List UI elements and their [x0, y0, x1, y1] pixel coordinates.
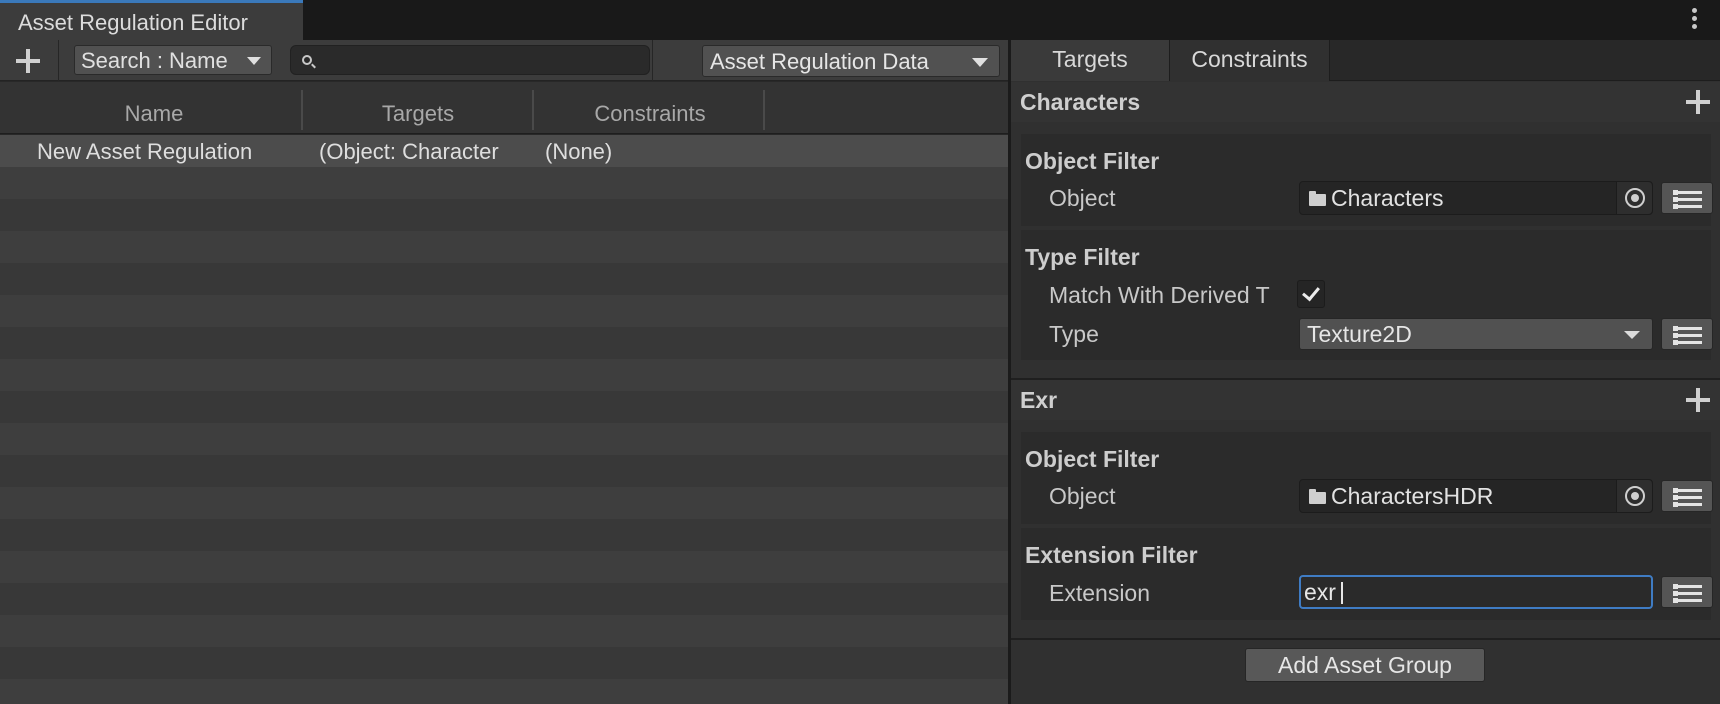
empty-row — [0, 359, 1008, 391]
match-derived-checkbox[interactable] — [1297, 280, 1325, 308]
empty-row — [0, 327, 1008, 359]
folder-icon — [1309, 489, 1326, 504]
window-tab-bar: Asset Regulation Editor — [0, 0, 1720, 40]
folder-icon — [1309, 191, 1326, 206]
empty-row — [0, 167, 1008, 199]
inspector-tabs: Targets Constraints — [1011, 40, 1720, 81]
add-filter-button[interactable] — [1686, 388, 1710, 412]
empty-row — [0, 647, 1008, 679]
filter-title: Object Filter — [1025, 446, 1160, 472]
object-field-value: Characters — [1331, 185, 1444, 211]
extension-input[interactable] — [1304, 579, 1644, 605]
object-filter-box: Object Filter Object Characters — [1021, 134, 1713, 226]
empty-row — [0, 263, 1008, 295]
column-resize-handle[interactable] — [763, 90, 765, 130]
object-picker-icon[interactable] — [1616, 182, 1652, 214]
chevron-down-icon — [247, 57, 261, 65]
asset-group-title: Exr — [1020, 387, 1058, 413]
asset-group-title: Characters — [1020, 89, 1141, 115]
column-resize-handle[interactable] — [532, 90, 534, 130]
object-field[interactable]: Characters — [1299, 181, 1653, 215]
filter-title: Object Filter — [1025, 148, 1160, 174]
regulation-data-label: Asset Regulation Data — [710, 49, 929, 74]
empty-row — [0, 519, 1008, 551]
type-dropdown-value: Texture2D — [1307, 321, 1412, 347]
extension-input-field[interactable] — [1299, 575, 1653, 609]
regulation-list: New Asset Regulation (Object: Character … — [0, 135, 1008, 704]
empty-row — [0, 295, 1008, 327]
tab-label: Constraints — [1191, 46, 1308, 72]
more-options-icon[interactable] — [1692, 8, 1698, 32]
search-icon — [302, 55, 312, 65]
object-field[interactable]: CharactersHDR — [1299, 479, 1653, 513]
empty-row — [0, 487, 1008, 519]
filter-title: Extension Filter — [1025, 542, 1198, 568]
inspector-panel: Targets Constraints Characters Object Fi… — [1011, 40, 1720, 704]
empty-row — [0, 455, 1008, 487]
object-field-value: CharactersHDR — [1331, 483, 1494, 509]
field-label: Object — [1049, 483, 1116, 509]
tab-constraints[interactable]: Constraints — [1170, 40, 1330, 81]
row-targets: (Object: Character — [319, 139, 499, 164]
row-name: New Asset Regulation — [37, 139, 253, 164]
text-cursor — [1341, 582, 1343, 604]
field-label: Object — [1049, 185, 1116, 211]
empty-row — [0, 391, 1008, 423]
empty-row — [0, 615, 1008, 647]
list-menu-button[interactable] — [1661, 182, 1713, 214]
empty-row — [0, 231, 1008, 263]
tab-label: Targets — [1052, 46, 1128, 72]
empty-row — [0, 583, 1008, 615]
list-menu-button[interactable] — [1661, 576, 1713, 608]
empty-row — [0, 423, 1008, 455]
chevron-down-icon — [1624, 331, 1640, 339]
extension-filter-box: Extension Filter Extension — [1021, 528, 1713, 620]
empty-row — [0, 199, 1008, 231]
add-filter-button[interactable] — [1686, 90, 1710, 114]
group-divider — [1011, 638, 1720, 640]
add-regulation-button[interactable] — [16, 49, 40, 73]
window-title: Asset Regulation Editor — [18, 10, 248, 35]
toolbar: Search : Name Asset Regulation Data — [0, 40, 1008, 81]
list-menu-button[interactable] — [1661, 318, 1713, 350]
object-picker-icon[interactable] — [1616, 480, 1652, 512]
empty-row — [0, 551, 1008, 583]
search-mode-dropdown[interactable]: Search : Name — [74, 45, 272, 75]
column-header-targets[interactable]: Targets — [342, 101, 494, 127]
search-input[interactable] — [321, 48, 641, 72]
toolbar-divider — [652, 40, 653, 81]
type-dropdown[interactable]: Texture2D — [1299, 318, 1653, 350]
type-filter-box: Type Filter Match With Derived T Type Te… — [1021, 230, 1713, 360]
field-label: Type — [1049, 321, 1099, 347]
search-field[interactable] — [290, 45, 650, 75]
field-label: Match With Derived T — [1049, 282, 1270, 308]
asset-group-header[interactable]: Characters — [1011, 82, 1720, 122]
asset-group-header[interactable]: Exr — [1011, 380, 1720, 420]
regulation-data-dropdown[interactable]: Asset Regulation Data — [702, 45, 1000, 77]
column-header-name[interactable]: Name — [104, 101, 204, 127]
filter-title: Type Filter — [1025, 244, 1140, 270]
field-label: Extension — [1049, 580, 1151, 606]
table-row[interactable]: New Asset Regulation (Object: Character … — [0, 135, 1008, 167]
tab-targets[interactable]: Targets — [1011, 40, 1170, 81]
list-menu-button[interactable] — [1661, 480, 1713, 512]
toolbar-divider — [58, 40, 59, 81]
column-resize-handle[interactable] — [301, 90, 303, 130]
column-header-constraints[interactable]: Constraints — [570, 101, 730, 127]
row-constraints: (None) — [545, 139, 613, 164]
chevron-down-icon — [972, 58, 988, 67]
add-asset-group-label: Add Asset Group — [1278, 652, 1452, 678]
window-tab[interactable]: Asset Regulation Editor — [0, 0, 303, 40]
add-asset-group-button[interactable]: Add Asset Group — [1245, 648, 1485, 682]
search-mode-label: Search : Name — [81, 48, 228, 73]
empty-row — [0, 679, 1008, 704]
table-header: Name Targets Constraints — [0, 82, 1008, 134]
object-filter-box: Object Filter Object CharactersHDR — [1021, 432, 1713, 524]
